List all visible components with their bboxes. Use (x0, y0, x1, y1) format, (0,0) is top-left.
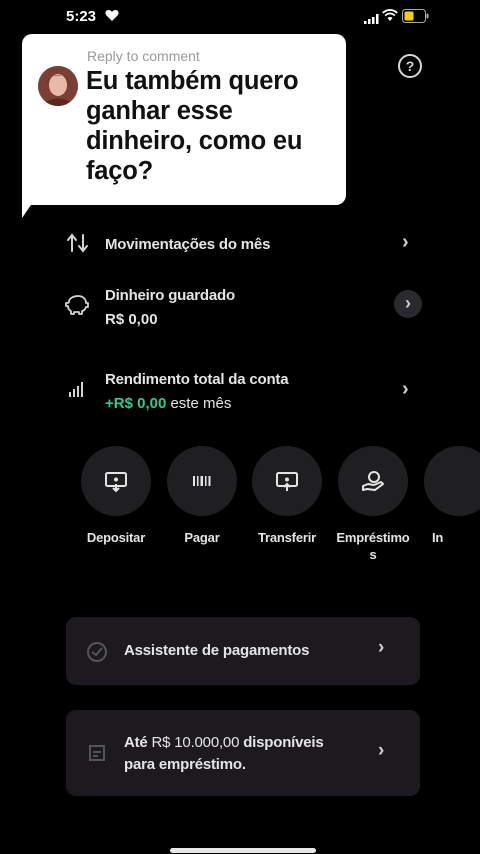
chevron-right-icon: › (402, 231, 409, 253)
earnings-period: este mês (170, 395, 232, 412)
action-deposit[interactable]: Depositar (81, 446, 151, 546)
assistant-icon (86, 641, 108, 668)
loan-icon (338, 446, 408, 516)
battery-icon (402, 9, 429, 28)
home-indicator[interactable] (170, 848, 316, 853)
comment-text: Eu também quero ganhar esse dinheiro, co… (86, 67, 303, 185)
transfer-icon (252, 446, 322, 516)
row-monthly-transactions[interactable]: Movimentações do mês › (0, 226, 480, 266)
loan-offer-card[interactable]: Até R$ 10.000,00 disponíveis para emprés… (66, 710, 420, 796)
earnings-value: +R$ 0,00 este mês (105, 395, 231, 412)
action-more[interactable]: In (424, 446, 480, 546)
action-pay[interactable]: Pagar (167, 446, 237, 546)
row-title: Rendimento total da conta (105, 371, 289, 388)
action-label: In (432, 530, 444, 545)
action-transfer[interactable]: Transferir (252, 446, 322, 546)
signal-icon (364, 11, 380, 29)
action-loans[interactable]: Empréstimo s (336, 446, 410, 563)
wifi-icon (382, 9, 398, 27)
loan-offer-icon (86, 742, 108, 769)
action-label-line2: s (369, 547, 377, 562)
loan-text-line1-end: disponíveis (243, 734, 324, 751)
action-label-line1: Empréstimo (336, 530, 410, 545)
action-label: Transferir (258, 530, 316, 545)
deposit-icon (81, 446, 151, 516)
arrows-up-down-icon (66, 233, 90, 258)
more-icon (424, 446, 480, 516)
action-label: Depositar (86, 530, 146, 545)
barcode-icon (167, 446, 237, 516)
loan-text-prefix: Até (124, 734, 148, 751)
status-time: 5:23 (66, 8, 97, 25)
chevron-right-icon: › (378, 740, 385, 761)
row-title: Movimentações do mês (105, 236, 271, 253)
chevron-right-icon[interactable]: › (394, 290, 422, 318)
action-label: Pagar (184, 530, 220, 545)
comment-bubble-tail (22, 186, 44, 218)
action-label: Empréstimo s (330, 529, 416, 563)
chevron-right-icon: › (378, 637, 385, 658)
reply-to-comment-label: Reply to comment (87, 48, 200, 64)
chevron-right-icon: › (402, 378, 409, 400)
card-text: Até R$ 10.000,00 disponíveis para emprés… (124, 732, 364, 776)
card-text: Assistente de pagamentos (124, 642, 310, 659)
piggy-bank-icon (65, 294, 89, 321)
earnings-amount: +R$ 0,00 (105, 395, 167, 412)
loan-text-line2: para empréstimo. (124, 756, 246, 773)
row-account-earnings[interactable]: Rendimento total da conta +R$ 0,00 este … (0, 366, 480, 422)
row-saved-money[interactable]: Dinheiro guardado R$ 0,00 › (0, 282, 480, 338)
row-title: Dinheiro guardado (105, 287, 235, 304)
avatar (38, 66, 78, 106)
help-button[interactable]: ? (398, 54, 422, 78)
heart-icon (105, 9, 119, 27)
status-bar: 5:23 (0, 0, 480, 34)
bar-chart-icon (68, 380, 88, 403)
payment-assistant-card[interactable]: Assistente de pagamentos › (66, 617, 420, 685)
loan-amount: R$ 10.000,00 (151, 734, 240, 751)
saved-amount: R$ 0,00 (105, 311, 158, 328)
